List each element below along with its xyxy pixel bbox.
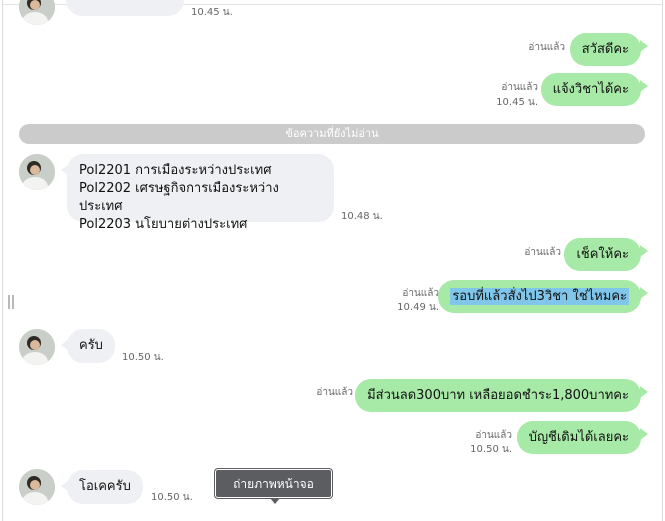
avatar[interactable] — [19, 154, 55, 190]
message-bubble-outgoing[interactable]: เช็คให้คะ — [564, 238, 648, 271]
avatar[interactable] — [19, 469, 55, 505]
message-time: 10.50 น. — [470, 444, 512, 455]
read-status: อ่านแล้ว — [501, 82, 538, 93]
message-time: 10.45 น. — [191, 7, 233, 18]
unread-divider: ข้อความที่ยังไม่อ่าน — [19, 124, 645, 144]
message-bubble-partial[interactable] — [60, 0, 184, 16]
message-line: Pol2201 การเมืองระหว่างประเทศ — [79, 163, 272, 178]
read-status: อ่านแล้ว — [402, 288, 439, 299]
screenshot-tooltip[interactable]: ถ่ายภาพหน้าจอ — [215, 469, 332, 504]
resize-handle[interactable] — [8, 295, 14, 309]
user-avatar-icon — [19, 469, 55, 505]
read-status: อ่านแล้ว — [316, 387, 353, 398]
read-status: อ่านแล้ว — [528, 42, 565, 53]
message-bubble-outgoing[interactable]: มีส่วนลด300บาท เหลือยอดชำระ1,800บาทคะ — [355, 379, 648, 412]
message-bubble-outgoing[interactable]: บัญชีเดิมได้เลยคะ — [516, 421, 649, 454]
message-time: 10.45 น. — [496, 97, 538, 108]
message-bubble-outgoing[interactable]: รอบที่แล้วสั่งไป3วิชา ใช่ไหมคะ — [438, 280, 648, 313]
message-time: 10.50 น. — [122, 352, 164, 363]
selected-text[interactable]: รอบที่แล้วสั่งไป3วิชา ใช่ไหมคะ — [450, 288, 629, 305]
message-bubble-incoming[interactable]: Pol2201 การเมืองระหว่างประเทศ Pol2202 เศ… — [61, 154, 334, 232]
read-status: อ่านแล้ว — [524, 247, 561, 258]
message-line: Pol2203 นโยบายต่างประเทศ — [79, 217, 248, 232]
message-line: Pol2202 เศรษฐกิจการเมืองระหว่างประเทศ — [79, 181, 279, 214]
message-bubble-outgoing[interactable]: แจ้งวิชาได้คะ — [540, 73, 649, 106]
message-bubble-incoming[interactable]: โอเคครับ — [61, 470, 143, 504]
message-time: 10.50 น. — [151, 492, 193, 503]
user-avatar-icon — [19, 329, 55, 365]
message-time: 10.49 น. — [397, 302, 439, 313]
message-time: 10.48 น. — [341, 211, 383, 222]
user-avatar-icon — [19, 154, 55, 190]
message-bubble-incoming[interactable]: ครับ — [61, 329, 115, 363]
avatar[interactable] — [19, 329, 55, 365]
read-status: อ่านแล้ว — [475, 430, 512, 441]
message-bubble-outgoing[interactable]: สวัสดีคะ — [569, 33, 649, 66]
